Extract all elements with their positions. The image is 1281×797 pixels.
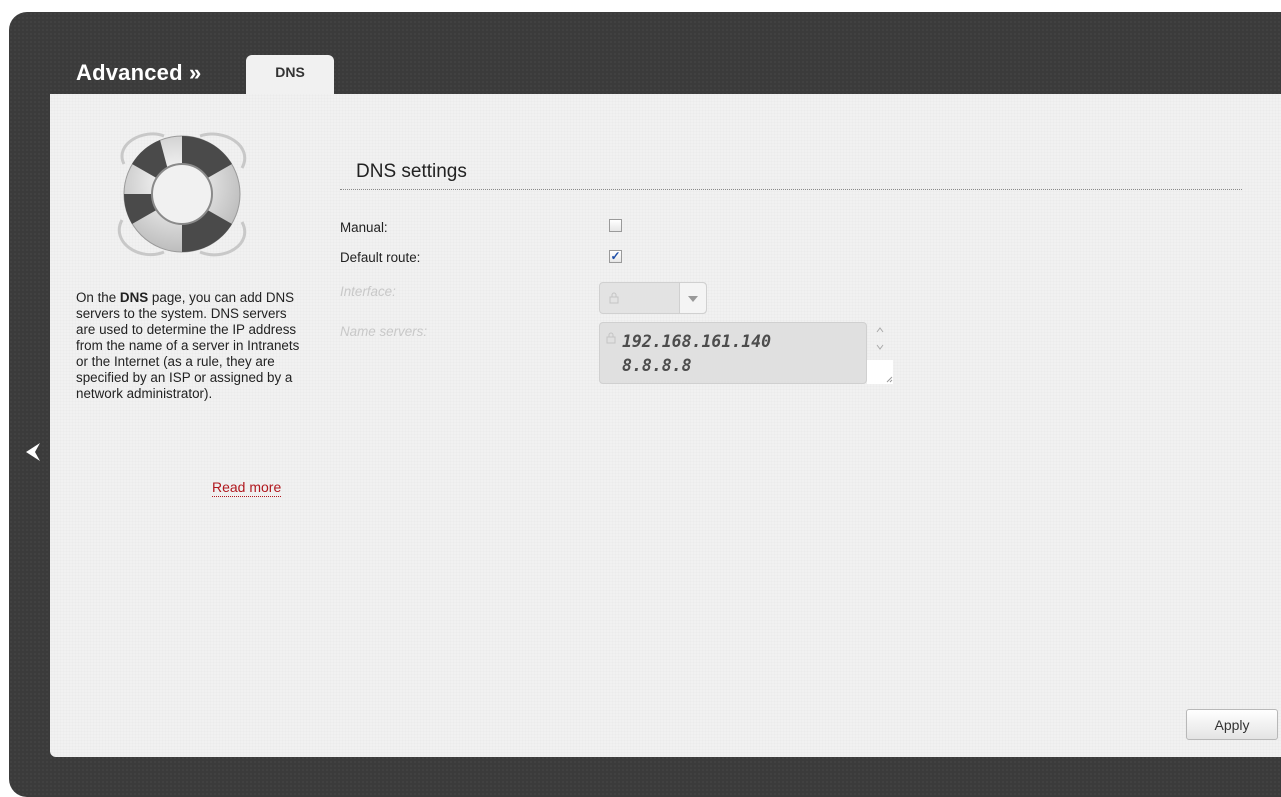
textarea-scrollbar[interactable] <box>867 322 893 384</box>
name-server-entry: 8.8.8.8 <box>622 356 692 375</box>
manual-label: Manual: <box>340 220 388 235</box>
help-text: On the DNS page, you can add DNS servers… <box>76 290 300 402</box>
name-servers-label: Name servers: <box>340 324 428 339</box>
default-route-checkbox[interactable]: ✓ <box>609 250 622 263</box>
breadcrumb[interactable]: Advanced » <box>76 60 202 86</box>
help-text-prefix: On the <box>76 290 120 305</box>
lifebuoy-icon <box>117 132 247 257</box>
help-text-body: page, you can add DNS servers to the sys… <box>76 290 300 401</box>
default-route-label: Default route: <box>340 250 421 265</box>
section-divider <box>340 189 1242 190</box>
chevron-left-icon[interactable] <box>22 440 44 464</box>
interface-label: Interface: <box>340 284 396 299</box>
chevron-down-icon[interactable] <box>679 283 706 313</box>
lock-icon <box>606 332 616 344</box>
name-server-entry: 192.168.161.140 <box>622 332 772 351</box>
interface-select[interactable] <box>599 282 707 314</box>
tab-dns-label: DNS <box>275 64 305 80</box>
section-title: DNS settings <box>356 161 467 182</box>
tab-dns[interactable]: DNS <box>246 55 334 95</box>
name-servers-textarea[interactable]: 192.168.161.140 8.8.8.8 <box>599 322 867 384</box>
help-text-bold: DNS <box>119 290 149 305</box>
lock-icon <box>609 292 619 304</box>
manual-checkbox[interactable] <box>609 219 622 232</box>
read-more-link[interactable]: Read more <box>212 479 282 497</box>
apply-button[interactable]: Apply <box>1186 709 1278 740</box>
